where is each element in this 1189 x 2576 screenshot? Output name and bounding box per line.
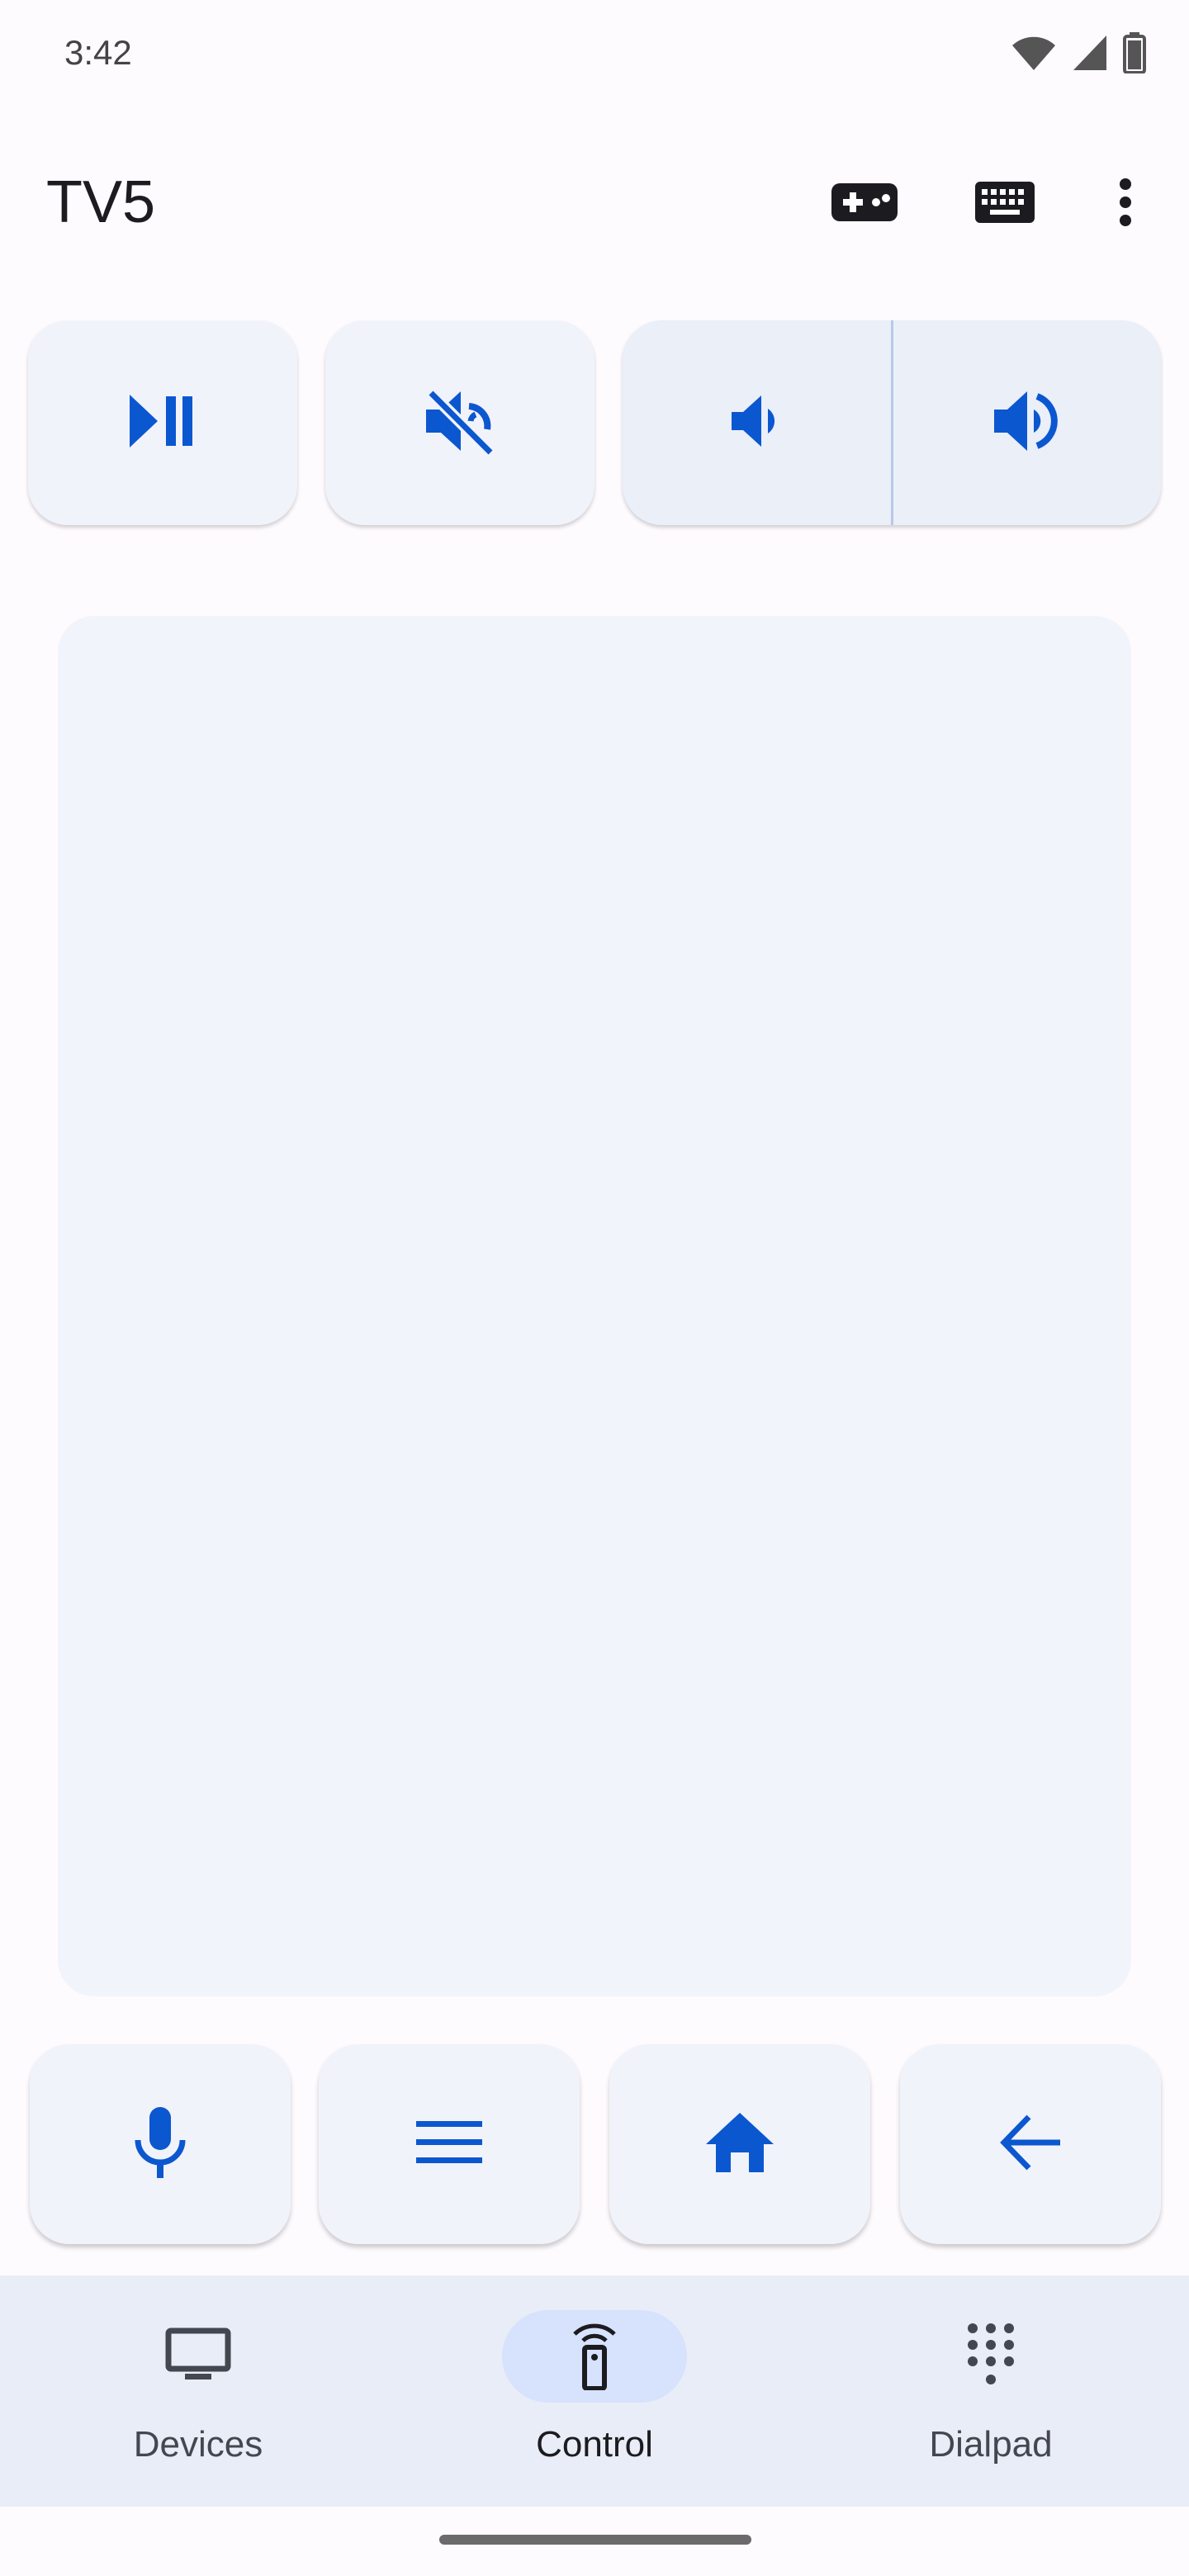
nav-label: Dialpad — [929, 2424, 1053, 2465]
touchpad[interactable] — [58, 616, 1131, 1996]
wifi-icon — [1011, 34, 1057, 76]
mic-button[interactable] — [30, 2044, 291, 2244]
back-arrow-icon — [999, 2114, 1062, 2176]
volume-control — [623, 320, 1161, 525]
volume-down-icon — [730, 392, 783, 454]
gamepad-icon[interactable] — [827, 165, 902, 239]
bottom-navigation: Devices Control Dialpad — [0, 2275, 1189, 2507]
keyboard-icon[interactable] — [968, 165, 1042, 239]
battery-icon — [1123, 31, 1146, 78]
dialpad-icon — [966, 2322, 1016, 2392]
app-bar: TV5 — [0, 140, 1189, 264]
volume-up-button[interactable] — [893, 320, 1162, 525]
remote-icon — [568, 2319, 621, 2394]
mute-icon — [423, 386, 497, 460]
status-time: 3:42 — [64, 33, 132, 72]
menu-button[interactable] — [319, 2044, 580, 2244]
volume-up-icon — [992, 386, 1062, 460]
more-vert-icon[interactable] — [1088, 165, 1163, 239]
volume-down-button[interactable] — [623, 320, 891, 525]
signal-icon — [1072, 34, 1108, 76]
nav-label: Control — [536, 2424, 653, 2465]
mute-button[interactable] — [325, 320, 594, 525]
device-title: TV5 — [46, 169, 156, 235]
play-pause-button[interactable] — [28, 320, 297, 525]
home-icon — [704, 2111, 775, 2178]
gesture-handle[interactable] — [439, 2535, 751, 2545]
status-icons — [1011, 31, 1146, 78]
home-button[interactable] — [609, 2044, 870, 2244]
menu-icon — [416, 2119, 482, 2170]
play-pause-icon — [128, 393, 197, 453]
nav-indicator — [898, 2310, 1083, 2403]
nav-active-indicator — [502, 2310, 687, 2403]
tv-icon — [165, 2327, 231, 2386]
nav-indicator — [106, 2310, 291, 2403]
nav-item-devices[interactable]: Devices — [0, 2275, 396, 2507]
back-button[interactable] — [900, 2044, 1161, 2244]
status-bar: 3:42 — [0, 0, 1189, 107]
nav-item-control[interactable]: Control — [396, 2275, 793, 2507]
nav-label: Devices — [133, 2424, 263, 2465]
nav-item-dialpad[interactable]: Dialpad — [793, 2275, 1189, 2507]
mic-icon — [131, 2105, 189, 2184]
